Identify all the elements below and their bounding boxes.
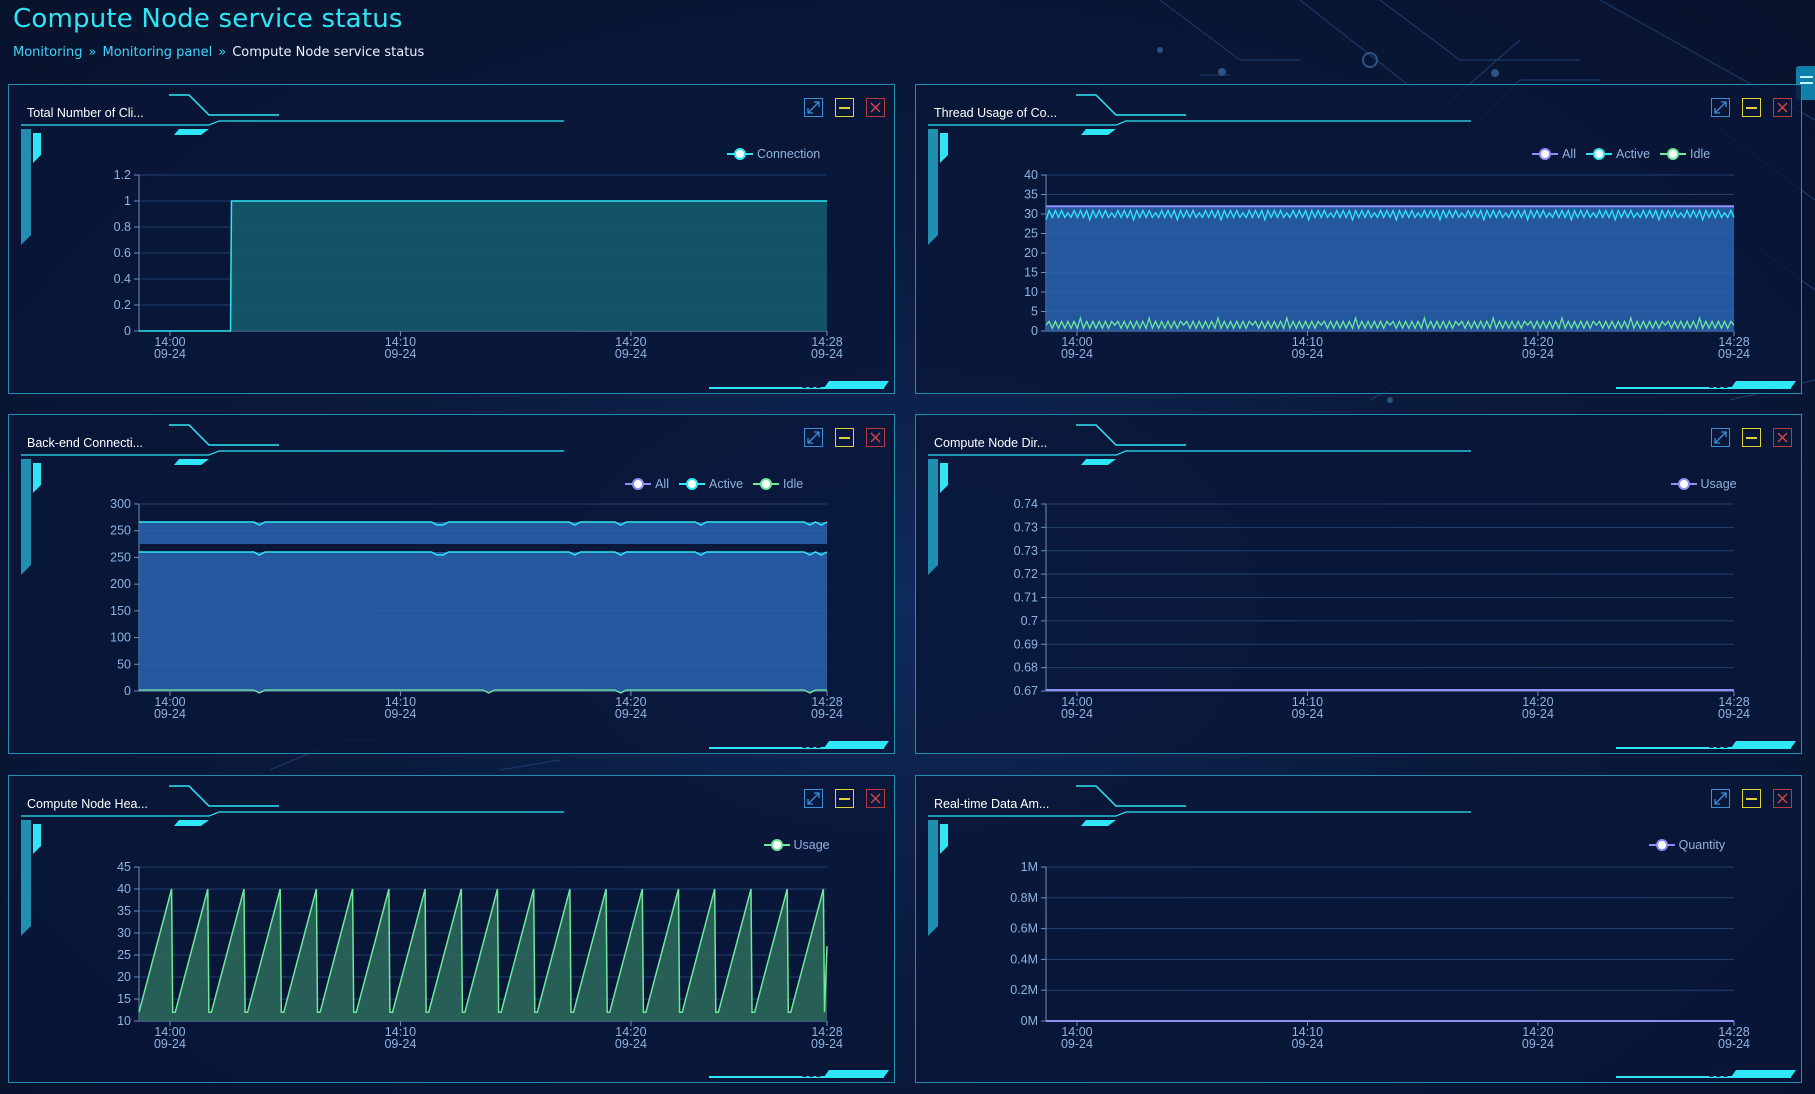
page-title: Compute Node service status bbox=[13, 4, 403, 34]
breadcrumb-current: Compute Node service status bbox=[232, 45, 425, 60]
chart-plot: 454035302520151014:0009-2414:1009-2414:2… bbox=[117, 860, 843, 1051]
y-tick-label: 200 bbox=[110, 577, 131, 591]
y-tick-label: 20 bbox=[1024, 246, 1038, 260]
y-tick-label: 0.8 bbox=[114, 220, 131, 234]
chart-panel-2: Thread Usage of Co... All Active Idle 40 35 30… bbox=[915, 84, 1802, 394]
y-tick-label: 10 bbox=[117, 1014, 131, 1028]
y-tick-label: 250 bbox=[110, 524, 131, 538]
chart-plot: 403530252015105014:0009-2414:1009-2414:2… bbox=[1024, 168, 1750, 361]
x-tick-date: 09-24 bbox=[1061, 347, 1093, 361]
x-tick-date: 09-24 bbox=[1522, 707, 1554, 721]
breadcrumb: Monitoring » Monitoring panel » Compute … bbox=[13, 45, 424, 60]
x-tick-date: 09-24 bbox=[154, 1037, 186, 1051]
y-tick-label: 45 bbox=[117, 860, 131, 874]
x-tick-date: 09-24 bbox=[615, 707, 647, 721]
x-tick-date: 09-24 bbox=[1061, 707, 1093, 721]
x-tick-date: 09-24 bbox=[154, 347, 186, 361]
y-tick-label: 250 bbox=[110, 550, 131, 564]
x-tick-date: 09-24 bbox=[1291, 347, 1323, 361]
y-tick-label: 20 bbox=[117, 970, 131, 984]
y-tick-label: 0.2M bbox=[1010, 983, 1038, 997]
x-tick-date: 09-24 bbox=[1061, 1037, 1093, 1051]
y-tick-label: 40 bbox=[1024, 168, 1038, 182]
chart-plot: 0.740.730.730.720.710.70.690.680.6714:00… bbox=[1014, 497, 1750, 721]
x-tick-date: 09-24 bbox=[1291, 707, 1323, 721]
chart-plot: 1M0.8M0.6M0.4M0.2M0M14:0009-2414:1009-24… bbox=[1010, 860, 1750, 1051]
series-area-active bbox=[139, 552, 827, 691]
y-tick-label: 50 bbox=[117, 657, 131, 671]
y-tick-label: 0.6M bbox=[1010, 922, 1038, 936]
y-tick-label: 25 bbox=[1024, 227, 1038, 241]
series-area-all bbox=[1046, 206, 1734, 331]
y-tick-label: 35 bbox=[1024, 188, 1038, 202]
x-tick-date: 09-24 bbox=[384, 347, 416, 361]
y-tick-label: 0 bbox=[124, 324, 131, 338]
y-tick-label: 10 bbox=[1024, 285, 1038, 299]
chart-panel-3: Back-end Connecti... All Active Idle 300 250 2… bbox=[8, 414, 895, 754]
y-tick-label: 1.2 bbox=[114, 168, 131, 182]
y-tick-label: 35 bbox=[117, 904, 131, 918]
chart-panel-1: Total Number of Cli... Connection 1.2 1 0.8 0… bbox=[8, 84, 895, 394]
breadcrumb-monitoring-panel[interactable]: Monitoring panel bbox=[103, 45, 213, 60]
y-tick-label: 150 bbox=[110, 604, 131, 618]
breadcrumb-separator-icon: » bbox=[88, 45, 97, 60]
chart-panel-5: Compute Node Hea... Usage 45 40 35 30 25 20 15 10… bbox=[8, 775, 895, 1083]
series-area-all bbox=[139, 522, 827, 544]
y-tick-label: 25 bbox=[117, 948, 131, 962]
x-tick-date: 09-24 bbox=[384, 707, 416, 721]
y-tick-label: 0.4 bbox=[114, 272, 131, 286]
y-tick-label: 0.4M bbox=[1010, 952, 1038, 966]
y-tick-label: 30 bbox=[117, 926, 131, 940]
x-tick-date: 09-24 bbox=[615, 1037, 647, 1051]
x-tick-date: 09-24 bbox=[1718, 707, 1750, 721]
chart-panel-4: Compute Node Dir... Usage 0.74 0.73 0.73 0.72… bbox=[915, 414, 1802, 754]
x-tick-date: 09-24 bbox=[811, 707, 843, 721]
y-tick-label: 0.73 bbox=[1014, 544, 1038, 558]
y-tick-label: 1M bbox=[1021, 860, 1038, 874]
x-tick-date: 09-24 bbox=[1522, 1037, 1554, 1051]
chart-panel-6: Real-time Data Am... Quantity 1M 0.8M 0.6M 0.… bbox=[915, 775, 1802, 1083]
y-tick-label: 5 bbox=[1031, 305, 1038, 319]
series-area-connection bbox=[139, 201, 827, 331]
y-tick-label: 15 bbox=[1024, 266, 1038, 280]
x-tick-date: 09-24 bbox=[154, 707, 186, 721]
y-tick-label: 40 bbox=[117, 882, 131, 896]
y-tick-label: 0.67 bbox=[1014, 684, 1038, 698]
y-tick-label: 0 bbox=[124, 684, 131, 698]
y-tick-label: 0.68 bbox=[1014, 661, 1038, 675]
x-tick-date: 09-24 bbox=[1718, 1037, 1750, 1051]
y-tick-label: 0.69 bbox=[1014, 637, 1038, 651]
chart-plot: 30025025020015010050014:0009-2414:1009-2… bbox=[110, 497, 843, 721]
y-tick-label: 0.6 bbox=[114, 246, 131, 260]
y-tick-label: 1 bbox=[124, 194, 131, 208]
chart-plot: 1.210.80.60.40.2014:0009-2414:1009-2414:… bbox=[114, 168, 843, 361]
y-tick-label: 0.2 bbox=[114, 298, 131, 312]
y-tick-label: 300 bbox=[110, 497, 131, 511]
x-tick-date: 09-24 bbox=[384, 1037, 416, 1051]
x-tick-date: 09-24 bbox=[811, 347, 843, 361]
y-tick-label: 0.7 bbox=[1021, 614, 1038, 628]
x-tick-date: 09-24 bbox=[811, 1037, 843, 1051]
breadcrumb-monitoring[interactable]: Monitoring bbox=[13, 45, 83, 60]
y-tick-label: 0M bbox=[1021, 1014, 1038, 1028]
x-tick-date: 09-24 bbox=[1718, 347, 1750, 361]
y-tick-label: 0.74 bbox=[1014, 497, 1038, 511]
y-tick-label: 0.72 bbox=[1014, 567, 1038, 581]
y-tick-label: 0.8M bbox=[1010, 891, 1038, 905]
x-tick-date: 09-24 bbox=[1291, 1037, 1323, 1051]
x-tick-date: 09-24 bbox=[615, 347, 647, 361]
y-tick-label: 100 bbox=[110, 631, 131, 645]
y-tick-label: 0 bbox=[1031, 324, 1038, 338]
x-tick-date: 09-24 bbox=[1522, 347, 1554, 361]
breadcrumb-separator-icon: » bbox=[218, 45, 227, 60]
y-tick-label: 30 bbox=[1024, 207, 1038, 221]
y-tick-label: 15 bbox=[117, 992, 131, 1006]
y-tick-label: 0.73 bbox=[1014, 520, 1038, 534]
y-tick-label: 0.71 bbox=[1014, 591, 1038, 605]
